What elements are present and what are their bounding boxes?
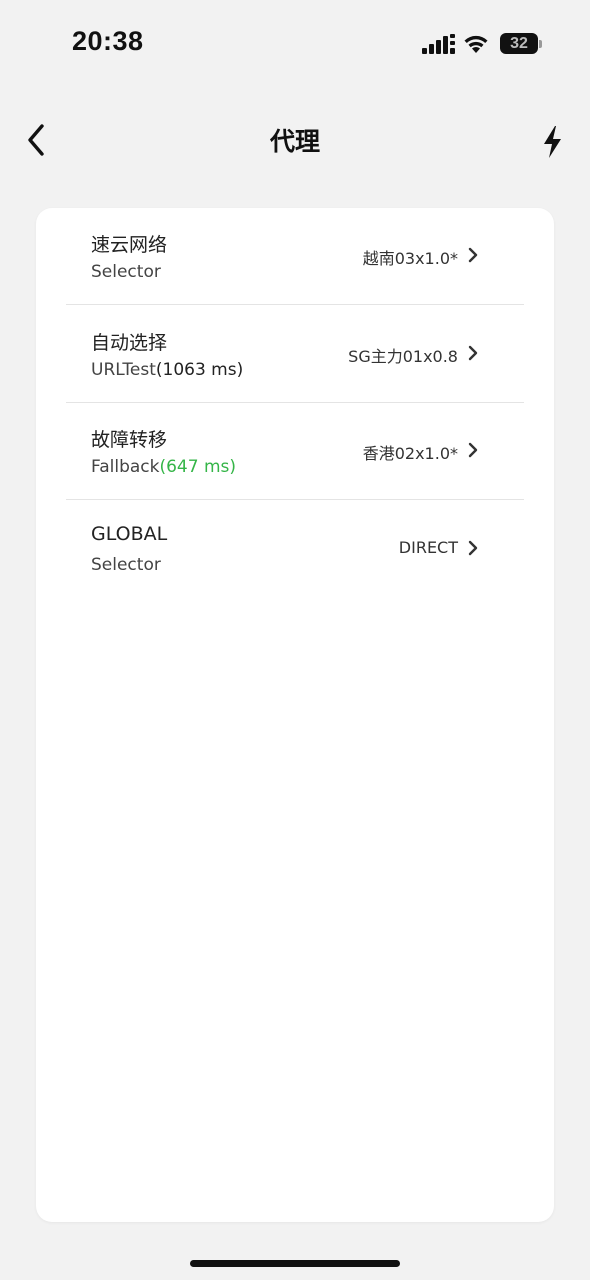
proxy-group-type: URLTest <box>91 360 156 380</box>
page-title: 代理 <box>269 127 320 156</box>
proxy-group-type: Selector <box>91 555 161 575</box>
chevron-right-icon <box>468 442 478 458</box>
proxy-group-type-line: Fallback(647 ms) <box>91 457 236 477</box>
proxy-group-type-line: URLTest(1063 ms) <box>91 360 243 380</box>
proxy-selected-node: 香港02x1.0* <box>362 444 458 463</box>
proxy-group-row[interactable]: 故障转移 Fallback(647 ms) 香港02x1.0* <box>36 403 554 500</box>
lightning-button[interactable] <box>538 122 568 162</box>
lightning-bolt-icon <box>544 126 561 158</box>
proxy-selected-node: DIRECT <box>398 538 458 557</box>
proxy-group-type: Selector <box>91 262 161 282</box>
wifi-icon <box>464 35 488 53</box>
proxy-group-card: 速云网络 Selector 越南03x1.0* 自动选择 URLTest(106… <box>36 208 554 1222</box>
proxy-group-type-line: Selector <box>91 262 161 282</box>
proxy-group-row[interactable]: GLOBAL Selector DIRECT <box>36 501 554 598</box>
proxy-group-name: GLOBAL <box>91 523 168 545</box>
proxy-selected-node: 越南03x1.0* <box>362 249 458 268</box>
home-indicator[interactable] <box>190 1260 400 1267</box>
proxy-group-name: 故障转移 <box>91 429 168 451</box>
proxy-group-name: 速云网络 <box>91 234 168 256</box>
proxy-group-type-line: Selector <box>91 555 161 575</box>
nav-bar: 代理 <box>0 100 590 180</box>
battery-cap <box>539 40 542 48</box>
divider <box>66 304 524 305</box>
signal-icon <box>422 34 455 54</box>
chevron-right-icon <box>468 540 478 556</box>
battery-icon: 32 <box>500 33 538 54</box>
divider <box>66 499 524 500</box>
proxy-group-name: 自动选择 <box>91 332 168 354</box>
chevron-right-icon <box>468 247 478 263</box>
proxy-group-type: Fallback <box>91 457 160 477</box>
proxy-group-row[interactable]: 自动选择 URLTest(1063 ms) SG主力01x0.8 <box>36 306 554 403</box>
battery-level: 32 <box>510 35 528 52</box>
screen: 20:38 32 代理 速云网络 Selector 越南03x1.0* 自动选择… <box>0 0 590 1280</box>
status-bar: 20:38 32 <box>0 0 590 88</box>
proxy-selected-node: SG主力01x0.8 <box>348 347 458 366</box>
proxy-group-delay: (1063 ms) <box>155 360 244 380</box>
chevron-right-icon <box>468 345 478 361</box>
status-time: 20:38 <box>72 26 144 56</box>
proxy-group-row[interactable]: 速云网络 Selector 越南03x1.0* <box>36 208 554 305</box>
proxy-group-delay: (647 ms) <box>159 457 237 477</box>
